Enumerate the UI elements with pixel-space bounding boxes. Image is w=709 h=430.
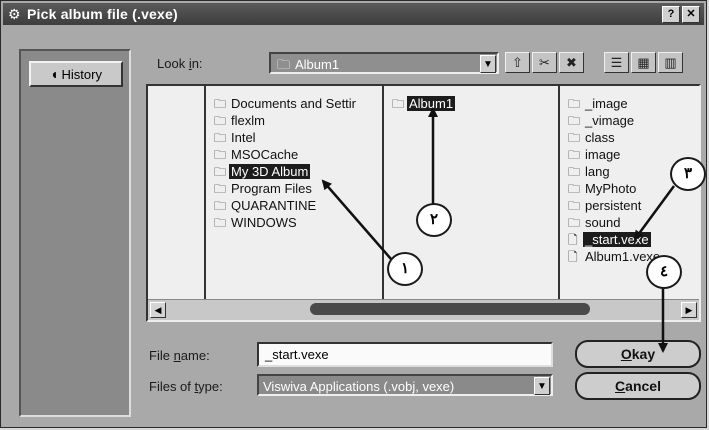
arrow-1 (321, 179, 392, 260)
annotation-arrows (321, 107, 676, 353)
callout-3: ٣ (670, 157, 706, 191)
callout-2: ٢ (416, 203, 452, 237)
file-dialog-window: ⚙ Pick album file (.vexe) ? ✕ ◖ History … (0, 0, 707, 428)
callout-4: ٤ (646, 255, 682, 289)
arrow-3 (633, 185, 676, 241)
callout-1: ١ (387, 252, 423, 286)
